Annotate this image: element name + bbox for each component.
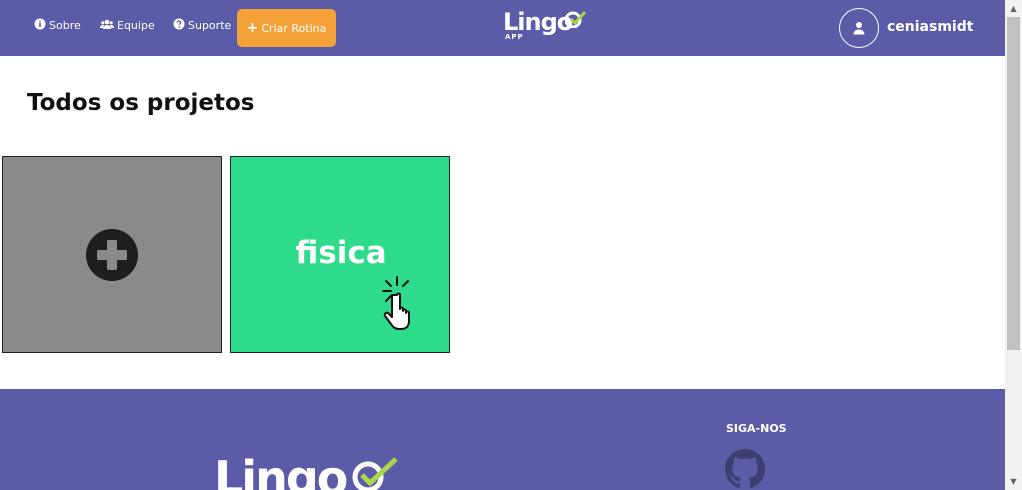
info-icon <box>34 18 46 33</box>
plus-icon: + <box>246 20 259 36</box>
page-title: Todos os projetos <box>27 90 255 116</box>
user-name[interactable]: ceniasmidt <box>887 19 973 35</box>
create-routine-label: Criar Rotina <box>261 21 327 35</box>
footer: Lingo SIGA-NOS <box>0 389 1005 490</box>
project-card[interactable]: fisica <box>230 156 450 353</box>
nav-label-suporte: Suporte <box>188 19 232 32</box>
follow-us-label: SIGA-NOS <box>726 422 787 435</box>
github-icon[interactable] <box>725 449 765 489</box>
navbar: Sobre Equipe Suporte + Criar Rotina Ling… <box>0 0 1005 56</box>
scrollbar-thumb[interactable] <box>1007 17 1020 350</box>
nav-link-equipe[interactable]: Equipe <box>100 18 155 33</box>
project-name: fisica <box>295 235 387 271</box>
footer-check-icon <box>352 457 398 490</box>
logo-wordmark: Lingo <box>503 8 573 36</box>
scroll-up-arrow-icon[interactable]: ▲ <box>1005 0 1022 17</box>
scroll-down-arrow-icon[interactable]: ▼ <box>1005 473 1022 490</box>
pointer-click-icon <box>382 276 410 330</box>
create-routine-button[interactable]: + Criar Rotina <box>237 9 336 47</box>
question-icon <box>173 18 185 33</box>
logo-subtitle: APP <box>505 33 524 41</box>
user-icon <box>853 22 865 35</box>
new-project-card[interactable] <box>2 156 222 353</box>
users-icon <box>100 18 114 33</box>
nav-label-sobre: Sobre <box>49 19 81 32</box>
nav-link-sobre[interactable]: Sobre <box>34 18 81 33</box>
page: Sobre Equipe Suporte + Criar Rotina Ling… <box>0 0 1005 490</box>
nav-link-suporte[interactable]: Suporte <box>173 18 231 33</box>
footer-logo[interactable]: Lingo <box>214 453 348 490</box>
lingo-logo[interactable]: Lingo APP <box>503 8 587 44</box>
check-icon <box>565 10 587 28</box>
plus-circle-icon <box>86 228 138 281</box>
user-avatar[interactable] <box>839 8 879 48</box>
nav-label-equipe: Equipe <box>117 19 155 32</box>
